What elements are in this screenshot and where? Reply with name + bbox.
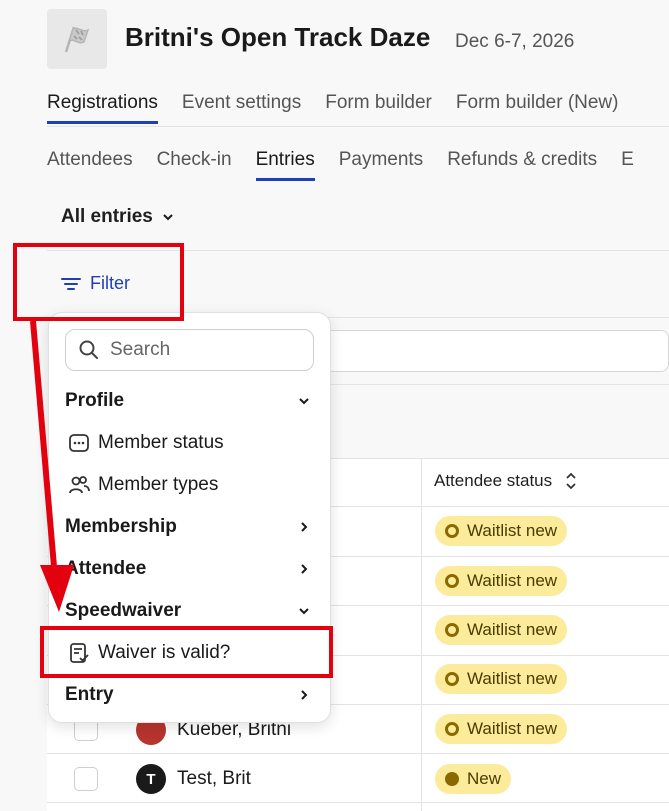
annotation-arrow xyxy=(30,320,74,612)
